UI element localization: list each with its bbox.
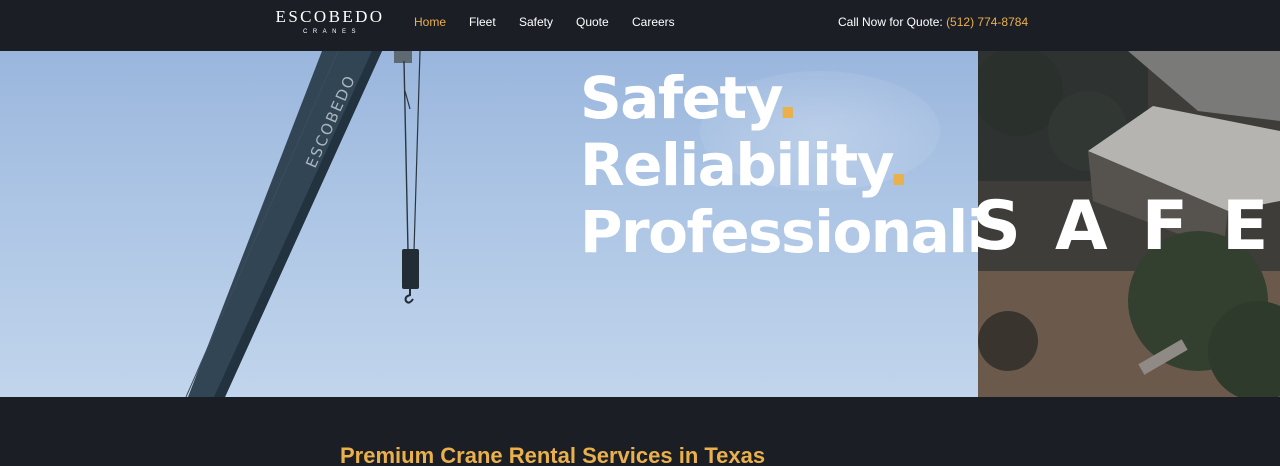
- safe-overlay-word: SAFE: [972, 187, 1280, 266]
- headline-clip-area: Safety. Reliability. Professionalism: [0, 51, 978, 397]
- logo-subtitle: CRANES: [302, 29, 361, 35]
- escobedo-cranes-logo[interactable]: ESCOBEDO CRANES: [268, 8, 392, 37]
- call-label: Call Now for Quote:: [838, 15, 943, 29]
- hero-headline: Safety. Reliability. Professionalism: [580, 65, 978, 266]
- intro-section: Premium Crane Rental Services in Texas: [0, 397, 1280, 466]
- call-for-quote: Call Now for Quote: (512) 774-8784: [838, 14, 1028, 30]
- shadow-patch: [978, 311, 1038, 371]
- section-title: Premium Crane Rental Services in Texas: [340, 443, 766, 466]
- nav-careers-link[interactable]: Careers: [632, 14, 675, 30]
- nav-safety-link[interactable]: Safety: [519, 14, 553, 30]
- headline-safety: Safety.: [580, 64, 799, 132]
- nav-fleet-link[interactable]: Fleet: [469, 14, 496, 30]
- nav-quote-link[interactable]: Quote: [576, 14, 609, 30]
- top-navigation-bar: ESCOBEDO CRANES Home Fleet Safety Quote …: [0, 0, 1280, 51]
- headline-professionalism: Professionalism: [580, 198, 978, 266]
- hero-banner: ESCOBEDO Safety. Reliability. Profession…: [0, 51, 1280, 397]
- headline-reliability: Reliability.: [580, 131, 910, 199]
- phone-number-link[interactable]: (512) 774-8784: [946, 15, 1028, 29]
- nav-home-link[interactable]: Home: [414, 14, 446, 30]
- logo-wordmark: ESCOBEDO: [275, 7, 385, 26]
